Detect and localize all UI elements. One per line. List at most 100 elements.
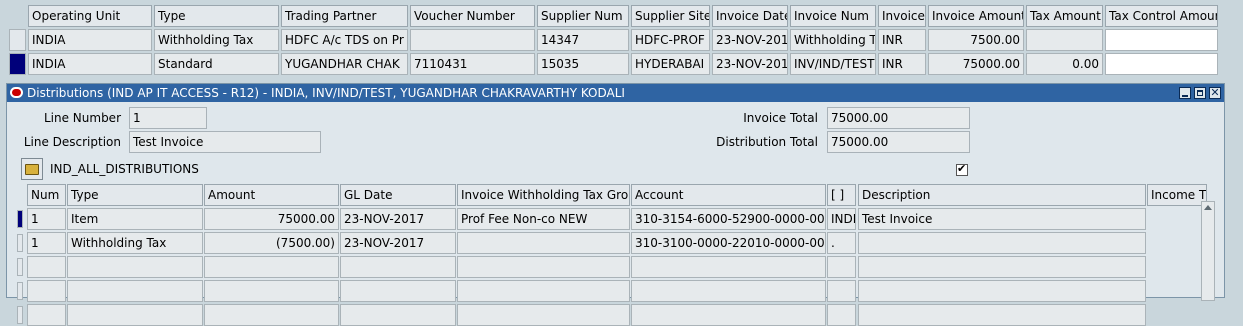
cell-operating-unit[interactable]: INDIA	[28, 53, 152, 75]
dist-col-header-description[interactable]: Description	[858, 184, 1146, 206]
dist-cell-description[interactable]	[858, 256, 1146, 278]
col-header-invoice-currency[interactable]: Invoice	[878, 5, 926, 27]
cell-invoice-amount[interactable]: 7500.00	[928, 29, 1024, 51]
dist-cell-num[interactable]	[27, 256, 66, 278]
dist-cell-gl-date[interactable]	[340, 304, 456, 326]
line-description-field[interactable]: Test Invoice	[129, 131, 321, 153]
cell-invoice-date[interactable]: 23-NOV-201	[712, 53, 788, 75]
cell-trading-partner[interactable]: HDFC A/c TDS on Pr	[281, 29, 408, 51]
row-indicator[interactable]	[9, 29, 26, 51]
cell-trading-partner[interactable]: YUGANDHAR CHAK	[281, 53, 408, 75]
dist-cell-flag[interactable]: INDI	[827, 208, 856, 230]
cell-supplier-num[interactable]: 15035	[537, 53, 629, 75]
dist-cell-amount[interactable]: 75000.00	[204, 208, 339, 230]
dist-cell-type[interactable]: Item	[67, 208, 203, 230]
cell-operating-unit[interactable]: INDIA	[28, 29, 152, 51]
dist-cell-account[interactable]	[631, 256, 826, 278]
dist-col-header-withholding-tax-group[interactable]: Invoice Withholding Tax Grou	[457, 184, 630, 206]
row-indicator[interactable]	[9, 53, 26, 75]
dist-cell-description[interactable]	[858, 232, 1146, 254]
dist-cell-type[interactable]	[67, 280, 203, 302]
invoice-total-field[interactable]: 75000.00	[827, 107, 970, 129]
distribution-total-field[interactable]: 75000.00	[827, 131, 970, 153]
dist-cell-amount[interactable]	[204, 304, 339, 326]
dist-col-header-income-tax[interactable]: Income T	[1147, 184, 1207, 206]
cell-type[interactable]: Withholding Tax	[154, 29, 279, 51]
dist-cell-amount[interactable]	[204, 280, 339, 302]
dist-cell-account[interactable]	[631, 280, 826, 302]
dist-row-indicator[interactable]	[17, 282, 23, 300]
col-header-type[interactable]: Type	[154, 5, 279, 27]
dist-row-indicator[interactable]	[17, 234, 23, 252]
select-all-checkbox[interactable]: ✔	[956, 162, 968, 176]
dist-cell-gl-date[interactable]: 23-NOV-2017	[340, 232, 456, 254]
col-header-invoice-num[interactable]: Invoice Num	[790, 5, 876, 27]
cell-supplier-site[interactable]: HYDERABAI	[631, 53, 710, 75]
dist-cell-account[interactable]	[631, 304, 826, 326]
dist-row-indicator[interactable]	[17, 306, 23, 324]
vertical-scrollbar[interactable]	[1201, 201, 1215, 301]
maximize-icon[interactable]	[1194, 87, 1206, 99]
dist-cell-flag[interactable]	[827, 256, 856, 278]
dist-cell-withholding-tax-group[interactable]	[457, 256, 630, 278]
cell-voucher-number[interactable]: 7110431	[410, 53, 535, 75]
folder-button[interactable]	[21, 158, 43, 180]
cell-supplier-num[interactable]: 14347	[537, 29, 629, 51]
col-header-invoice-date[interactable]: Invoice Date	[712, 5, 788, 27]
line-number-field[interactable]: 1	[129, 107, 207, 129]
dist-cell-amount[interactable]	[204, 256, 339, 278]
cell-invoice-currency[interactable]: INR	[878, 53, 926, 75]
close-icon[interactable]: ✕	[1209, 87, 1221, 99]
dist-cell-description[interactable]: Test Invoice	[858, 208, 1146, 230]
col-header-supplier-num[interactable]: Supplier Num	[537, 5, 629, 27]
dist-cell-flag[interactable]	[827, 280, 856, 302]
cell-invoice-num[interactable]: Withholding Ta	[790, 29, 876, 51]
dist-cell-account[interactable]: 310-3100-0000-22010-0000-000-I	[631, 232, 826, 254]
cell-type[interactable]: Standard	[154, 53, 279, 75]
dist-col-header-amount[interactable]: Amount	[204, 184, 339, 206]
dist-cell-type[interactable]: Withholding Tax	[67, 232, 203, 254]
dist-col-header-num[interactable]: Num	[27, 184, 66, 206]
dist-cell-withholding-tax-group[interactable]	[457, 304, 630, 326]
dist-col-header-account[interactable]: Account	[631, 184, 826, 206]
dist-cell-amount[interactable]: (7500.00)	[204, 232, 339, 254]
dist-cell-gl-date[interactable]: 23-NOV-2017	[340, 208, 456, 230]
minimize-icon[interactable]	[1179, 87, 1191, 99]
dist-cell-description[interactable]	[858, 304, 1146, 326]
col-header-trading-partner[interactable]: Trading Partner	[281, 5, 408, 27]
dist-cell-description[interactable]	[858, 280, 1146, 302]
dist-cell-num[interactable]	[27, 280, 66, 302]
dist-cell-withholding-tax-group[interactable]	[457, 232, 630, 254]
dist-row-indicator[interactable]	[17, 258, 23, 276]
col-header-supplier-site[interactable]: Supplier Site	[631, 5, 710, 27]
cell-tax-control-amount[interactable]	[1105, 29, 1218, 51]
scroll-up-icon[interactable]	[1204, 205, 1212, 210]
cell-tax-amount[interactable]	[1026, 29, 1103, 51]
cell-invoice-currency[interactable]: INR	[878, 29, 926, 51]
cell-invoice-date[interactable]: 23-NOV-201	[712, 29, 788, 51]
col-header-voucher-number[interactable]: Voucher Number	[410, 5, 535, 27]
dist-col-header-flag[interactable]: [ ]	[827, 184, 856, 206]
cell-tax-amount[interactable]: 0.00	[1026, 53, 1103, 75]
dist-cell-num[interactable]	[27, 304, 66, 326]
dist-cell-num[interactable]: 1	[27, 208, 66, 230]
dist-col-header-type[interactable]: Type	[67, 184, 203, 206]
col-header-invoice-amount[interactable]: Invoice Amount	[928, 5, 1024, 27]
cell-invoice-num[interactable]: INV/IND/TEST	[790, 53, 876, 75]
dist-cell-type[interactable]	[67, 256, 203, 278]
dist-row-indicator[interactable]	[17, 210, 23, 228]
dist-cell-withholding-tax-group[interactable]	[457, 280, 630, 302]
dist-cell-withholding-tax-group[interactable]: Prof Fee Non-co NEW	[457, 208, 630, 230]
cell-tax-control-amount[interactable]	[1105, 53, 1218, 75]
dist-cell-account[interactable]: 310-3154-6000-52900-0000-000-I	[631, 208, 826, 230]
col-header-operating-unit[interactable]: Operating Unit	[28, 5, 152, 27]
cell-voucher-number[interactable]	[410, 29, 535, 51]
col-header-tax-amount[interactable]: Tax Amount	[1026, 5, 1103, 27]
dist-cell-gl-date[interactable]	[340, 256, 456, 278]
cell-supplier-site[interactable]: HDFC-PROF	[631, 29, 710, 51]
window-title-bar[interactable]: Distributions (IND AP IT ACCESS - R12) -…	[7, 84, 1224, 102]
cell-invoice-amount[interactable]: 75000.00	[928, 53, 1024, 75]
dist-cell-gl-date[interactable]	[340, 280, 456, 302]
dist-cell-type[interactable]	[67, 304, 203, 326]
dist-cell-flag[interactable]	[827, 304, 856, 326]
